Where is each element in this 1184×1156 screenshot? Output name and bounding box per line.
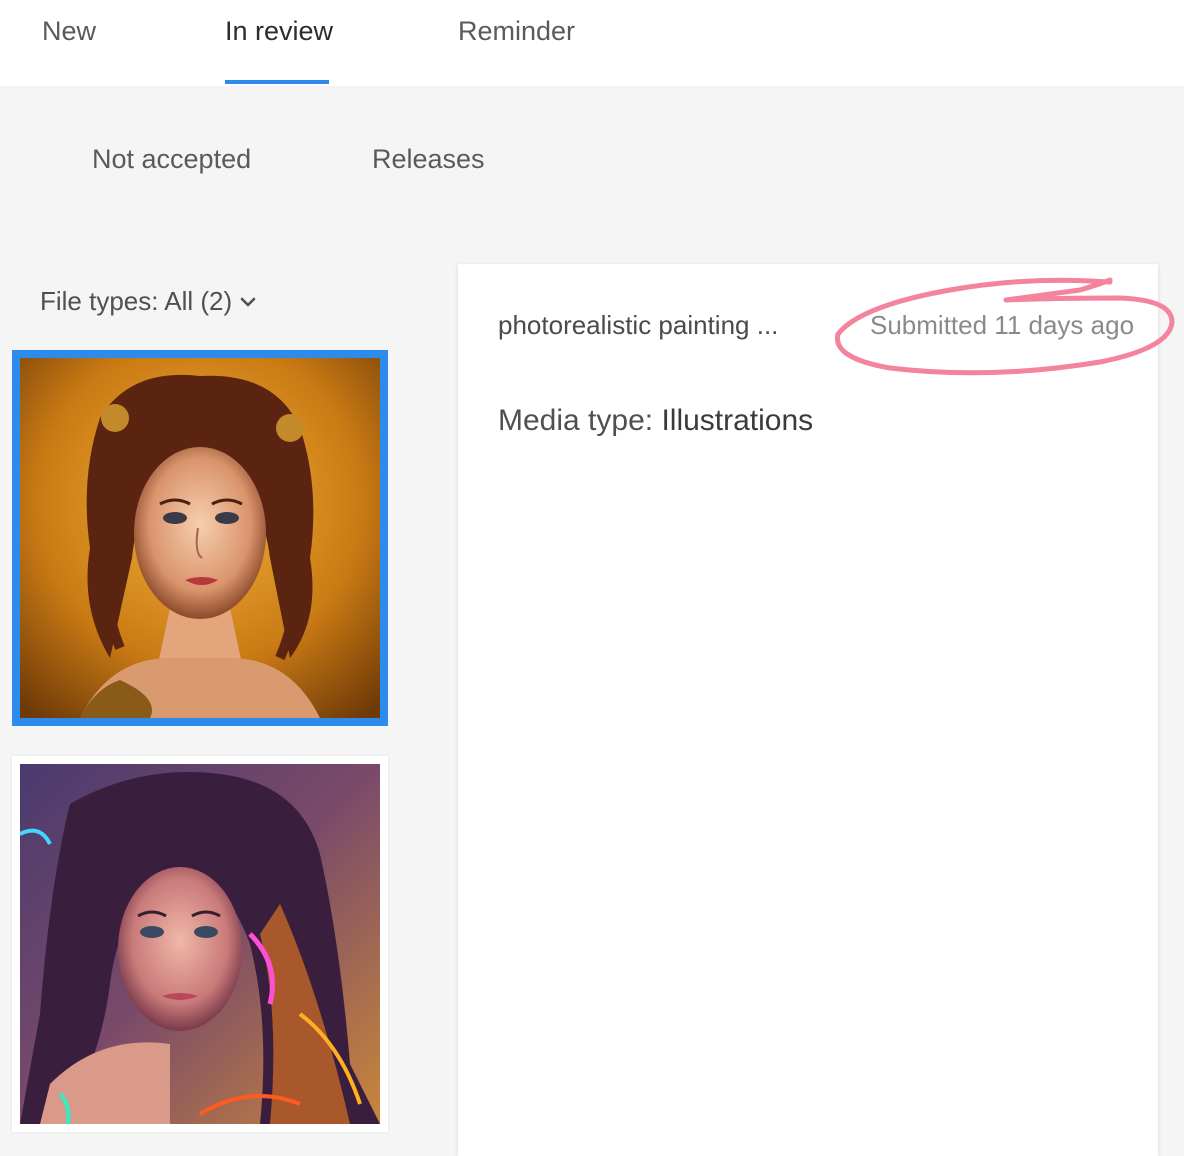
tab-not-accepted[interactable]: Not accepted	[92, 144, 251, 175]
tab-releases[interactable]: Releases	[372, 144, 485, 175]
chevron-down-icon	[240, 297, 256, 306]
asset-title: photorealistic painting ...	[498, 310, 779, 340]
media-type-value: Illustrations	[661, 404, 814, 437]
active-tab-indicator	[225, 80, 329, 84]
media-type: Media type: Illustrations	[498, 404, 813, 438]
asset-thumbnail[interactable]	[12, 756, 388, 1132]
submitted-status: Submitted 11 days ago	[870, 310, 1135, 340]
asset-detail-panel: photorealistic painting ... Submitted 11…	[458, 264, 1158, 1156]
file-types-filter-label: File types: All (2)	[40, 286, 233, 316]
file-types-filter[interactable]: File types: All (2)	[40, 286, 256, 317]
tab-reminder[interactable]: Reminder	[458, 16, 575, 47]
portrait-image	[20, 358, 380, 718]
media-type-label: Media type:	[498, 404, 654, 437]
asset-thumbnail-selected[interactable]	[12, 350, 388, 726]
portrait-image	[20, 764, 380, 1124]
tab-in-review[interactable]: In review	[225, 16, 333, 47]
tab-new[interactable]: New	[42, 16, 96, 47]
top-navigation: New In review Reminder	[0, 0, 1184, 86]
